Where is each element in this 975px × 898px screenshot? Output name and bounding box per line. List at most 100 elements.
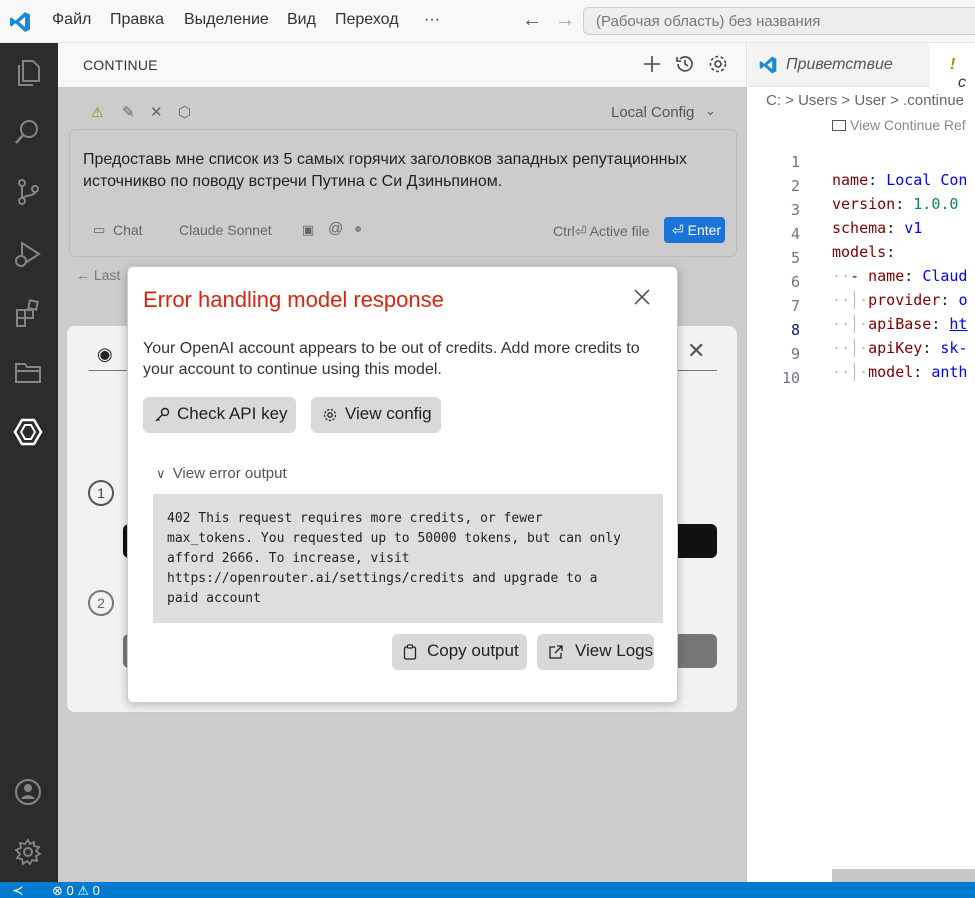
menu-go[interactable]: Переход <box>335 11 399 29</box>
close-icon[interactable] <box>630 285 654 309</box>
vscode-logo-icon <box>10 12 30 32</box>
modal-title: Error handling model response <box>143 287 444 312</box>
config-selector[interactable]: Local Config <box>611 104 694 121</box>
image-icon[interactable]: ▣ <box>302 222 314 238</box>
code-line: 6 ··│·provider: o <box>790 273 968 309</box>
codelens-label: View Continue Ref <box>850 117 966 133</box>
copy-output-label: Copy output <box>427 641 519 660</box>
warning-count: 0 <box>92 883 100 898</box>
code-line: 8 ··│·apiKey: sk- <box>790 321 968 357</box>
search-icon[interactable] <box>13 117 43 147</box>
menu-file[interactable]: Файл <box>52 11 91 29</box>
settings-gear-icon[interactable] <box>13 837 43 867</box>
code-line: 7 ··│·apiBase: ht <box>790 297 968 333</box>
menu-selection[interactable]: Выделение <box>184 11 269 29</box>
copy-output-button[interactable]: Copy output <box>392 634 527 670</box>
editor-area: Приветствие ! c C: > Users > User > .con… <box>748 43 975 882</box>
error-count: 0 <box>66 883 74 898</box>
menu-more[interactable]: ··· <box>424 11 440 29</box>
continue-icon[interactable] <box>13 417 43 447</box>
mode-label: Chat <box>113 222 143 238</box>
back-arrow-icon[interactable]: ← <box>522 9 542 32</box>
command-center-search[interactable]: (Рабочая область) без названия <box>583 7 975 35</box>
new-session-icon[interactable] <box>641 53 663 75</box>
history-icon[interactable] <box>674 53 696 75</box>
code-line: 2 version: 1.0.0 <box>790 177 959 213</box>
warning-icon: ⚠ <box>77 883 90 898</box>
chevron-down-icon: ⌄ <box>705 103 716 118</box>
code-line: 1 name: Local Con <box>790 153 968 189</box>
view-logs-button[interactable]: View Logs <box>537 634 654 670</box>
step-badge-1: 1 <box>88 480 114 506</box>
key-icon <box>155 407 170 422</box>
vscode-logo-icon <box>759 56 777 74</box>
pencil-icon[interactable]: ✎ <box>122 103 135 121</box>
tab-config-label: c <box>958 74 966 91</box>
card-close-icon[interactable]: ✕ <box>687 338 705 364</box>
code-line: 10 <box>781 369 800 387</box>
clipboard-icon <box>403 644 417 660</box>
code-line: 5 ··- name: Claud <box>790 249 968 285</box>
active-file-hint[interactable]: Ctrl⏎ Active file <box>553 223 650 240</box>
tab-config-yaml[interactable]: ! c <box>930 43 975 91</box>
chat-input-box[interactable]: Предоставь мне список из 5 самых горячих… <box>69 129 737 257</box>
code-line: 9 ··│·model: anth <box>790 345 968 381</box>
activity-bar <box>0 43 58 882</box>
mention-icon[interactable]: @ <box>328 220 343 237</box>
enter-button[interactable]: ⏎ Enter <box>664 217 725 243</box>
source-control-icon[interactable] <box>13 177 43 207</box>
external-link-icon <box>549 645 563 659</box>
chat-bubble-icon: ▭ <box>93 222 106 237</box>
error-modal: Error handling model response Your OpenA… <box>127 266 678 703</box>
view-config-button[interactable]: View config <box>311 397 441 433</box>
tab-welcome-label: Приветствие <box>786 56 893 73</box>
error-output-text: 402 This request requires more credits, … <box>167 511 621 606</box>
mode-selector[interactable]: ▭ Chat <box>83 219 163 241</box>
card-logo-icon: ◉ <box>97 344 113 364</box>
gear-icon <box>323 408 337 422</box>
code-line: 3 schema: v1 <box>790 201 923 237</box>
error-output-box: 402 This request requires more credits, … <box>153 494 663 623</box>
forward-arrow-icon[interactable]: → <box>555 9 575 32</box>
panel-title: CONTINUE <box>83 57 158 73</box>
tools-icon[interactable]: ✕ <box>150 103 163 121</box>
view-logs-label: View Logs <box>575 641 654 660</box>
extensions-icon[interactable] <box>13 298 43 328</box>
horizontal-scrollbar[interactable] <box>832 869 975 882</box>
chevron-down-icon: ∨ <box>156 466 166 481</box>
folder-icon[interactable] <box>13 357 43 387</box>
yaml-file-icon: ! <box>950 56 956 73</box>
warning-icon[interactable]: ⚠ <box>91 104 104 121</box>
code-line: 4 models: <box>790 225 896 261</box>
book-icon <box>832 120 846 131</box>
editor-tabs: Приветствие ! c <box>748 43 975 91</box>
view-config-label: View config <box>345 404 432 423</box>
config-row: ⚠ ✎ ✕ ⬡ Local Config ⌄ <box>69 98 737 128</box>
check-api-key-button[interactable]: Check API key <box>143 397 296 433</box>
title-bar: Файл Правка Выделение Вид Переход ··· ← … <box>0 0 975 43</box>
settings-icon[interactable] <box>707 53 729 75</box>
run-debug-icon[interactable] <box>13 239 43 269</box>
codelens-link[interactable]: View Continue Ref <box>832 117 966 133</box>
last-session-label: Last <box>93 267 121 283</box>
tab-welcome[interactable]: Приветствие <box>748 43 928 87</box>
account-icon[interactable] <box>13 777 43 807</box>
files-icon[interactable] <box>13 57 43 87</box>
lightbulb-icon[interactable]: ● <box>354 220 362 236</box>
breadcrumb[interactable]: C: > Users > User > .continue <box>766 92 964 109</box>
view-error-output-toggle[interactable]: ∨ View error output <box>156 465 287 482</box>
remote-icon[interactable]: ≺ <box>12 882 24 898</box>
menu-view[interactable]: Вид <box>287 11 316 29</box>
model-selector[interactable]: Claude Sonnet <box>179 222 272 238</box>
chat-input-text[interactable]: Предоставь мне список из 5 самых горячих… <box>83 149 713 193</box>
last-session-link[interactable]: ← Last <box>76 267 120 283</box>
view-error-output-label: View error output <box>172 465 287 482</box>
status-bar: ≺ ⊗ 0 ⚠ 0 <box>0 882 975 898</box>
problems-indicator[interactable]: ⊗ 0 ⚠ 0 <box>52 883 100 898</box>
check-api-key-label: Check API key <box>177 404 288 423</box>
menu-edit[interactable]: Правка <box>110 11 164 29</box>
cube-icon[interactable]: ⬡ <box>178 103 191 121</box>
error-icon: ⊗ <box>52 883 63 898</box>
step-badge-2: 2 <box>88 590 114 616</box>
modal-message: Your OpenAI account appears to be out of… <box>143 340 640 378</box>
